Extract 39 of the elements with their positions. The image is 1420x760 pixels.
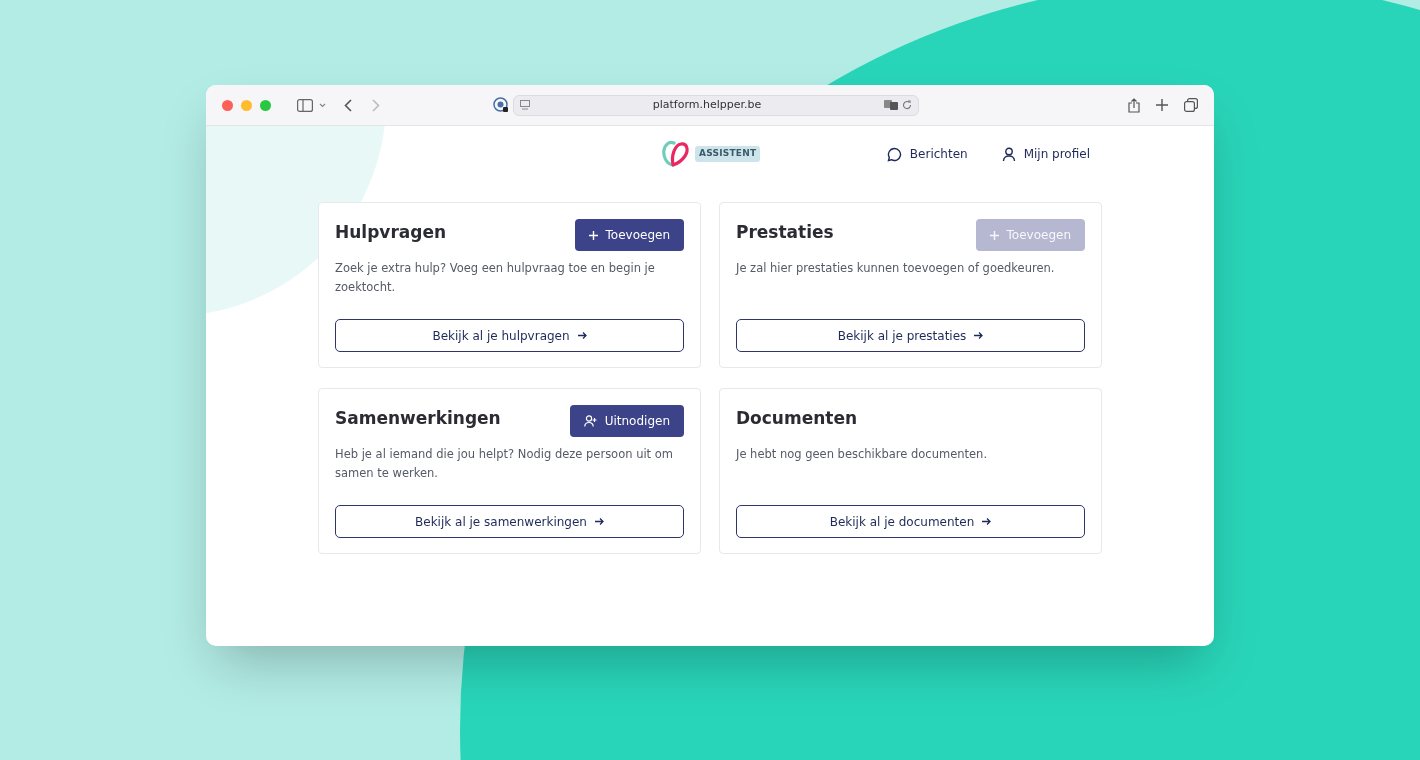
view-all-button[interactable]: Bekijk al je samenwerkingen [335, 505, 684, 538]
plus-icon [588, 230, 598, 240]
plus-icon[interactable] [1156, 99, 1168, 111]
page-icon [520, 100, 530, 110]
reload-icon[interactable] [902, 100, 912, 110]
arrow-right-icon [974, 331, 984, 340]
translate-icon[interactable] [884, 100, 898, 110]
card-description: Je hebt nog geen beschikbare documenten. [736, 446, 989, 463]
sidebar-icon[interactable] [297, 98, 313, 112]
tabs-overview-icon[interactable] [1184, 98, 1198, 112]
url-text: platform.helpper.be [651, 96, 763, 113]
profile-link[interactable]: Mijn profiel [1001, 145, 1090, 163]
add-button[interactable]: Toevoegen [574, 219, 684, 251]
logo-icon [661, 140, 692, 168]
arrow-right-icon [594, 517, 604, 526]
card-description: Zoek je extra hulp? Voeg een hulpvraag toe en begin je zoektocht. [335, 260, 656, 296]
share-icon[interactable] [1128, 97, 1140, 113]
chevron-down-icon[interactable] [319, 102, 326, 108]
add-user-icon [583, 415, 597, 427]
card-title: Samenwerkingen [335, 407, 501, 430]
card-description: Je zal hier prestaties kunnen toevoegen of goedkeuren. [736, 260, 1056, 277]
view-all-button[interactable]: Bekijk al je prestaties [736, 319, 1085, 352]
plus-icon [989, 230, 999, 240]
card-title: Documenten [736, 407, 858, 430]
messages-link[interactable]: Berichten [886, 145, 968, 163]
arrow-right-icon [982, 517, 992, 526]
back-icon[interactable] [344, 98, 352, 112]
arrow-right-icon [577, 331, 587, 340]
role-badge: ASSISTENT [695, 146, 761, 162]
chat-bubble-icon [886, 146, 902, 162]
invite-button[interactable]: Uitnodigen [569, 405, 684, 437]
card-title: Prestaties [736, 221, 834, 244]
view-all-button[interactable]: Bekijk al je hulpvragen [335, 319, 684, 352]
close-window-icon[interactable] [222, 99, 233, 111]
card-description: Heb je al iemand die jou helpt? Nodig deze persoon uit om samen te werken. [335, 446, 675, 482]
view-all-button[interactable]: Bekijk al je documenten [736, 505, 1085, 538]
address-bar[interactable]: platform.helpper.be [513, 94, 919, 116]
user-icon [1001, 146, 1016, 162]
card-title: Hulpvragen [335, 221, 447, 244]
